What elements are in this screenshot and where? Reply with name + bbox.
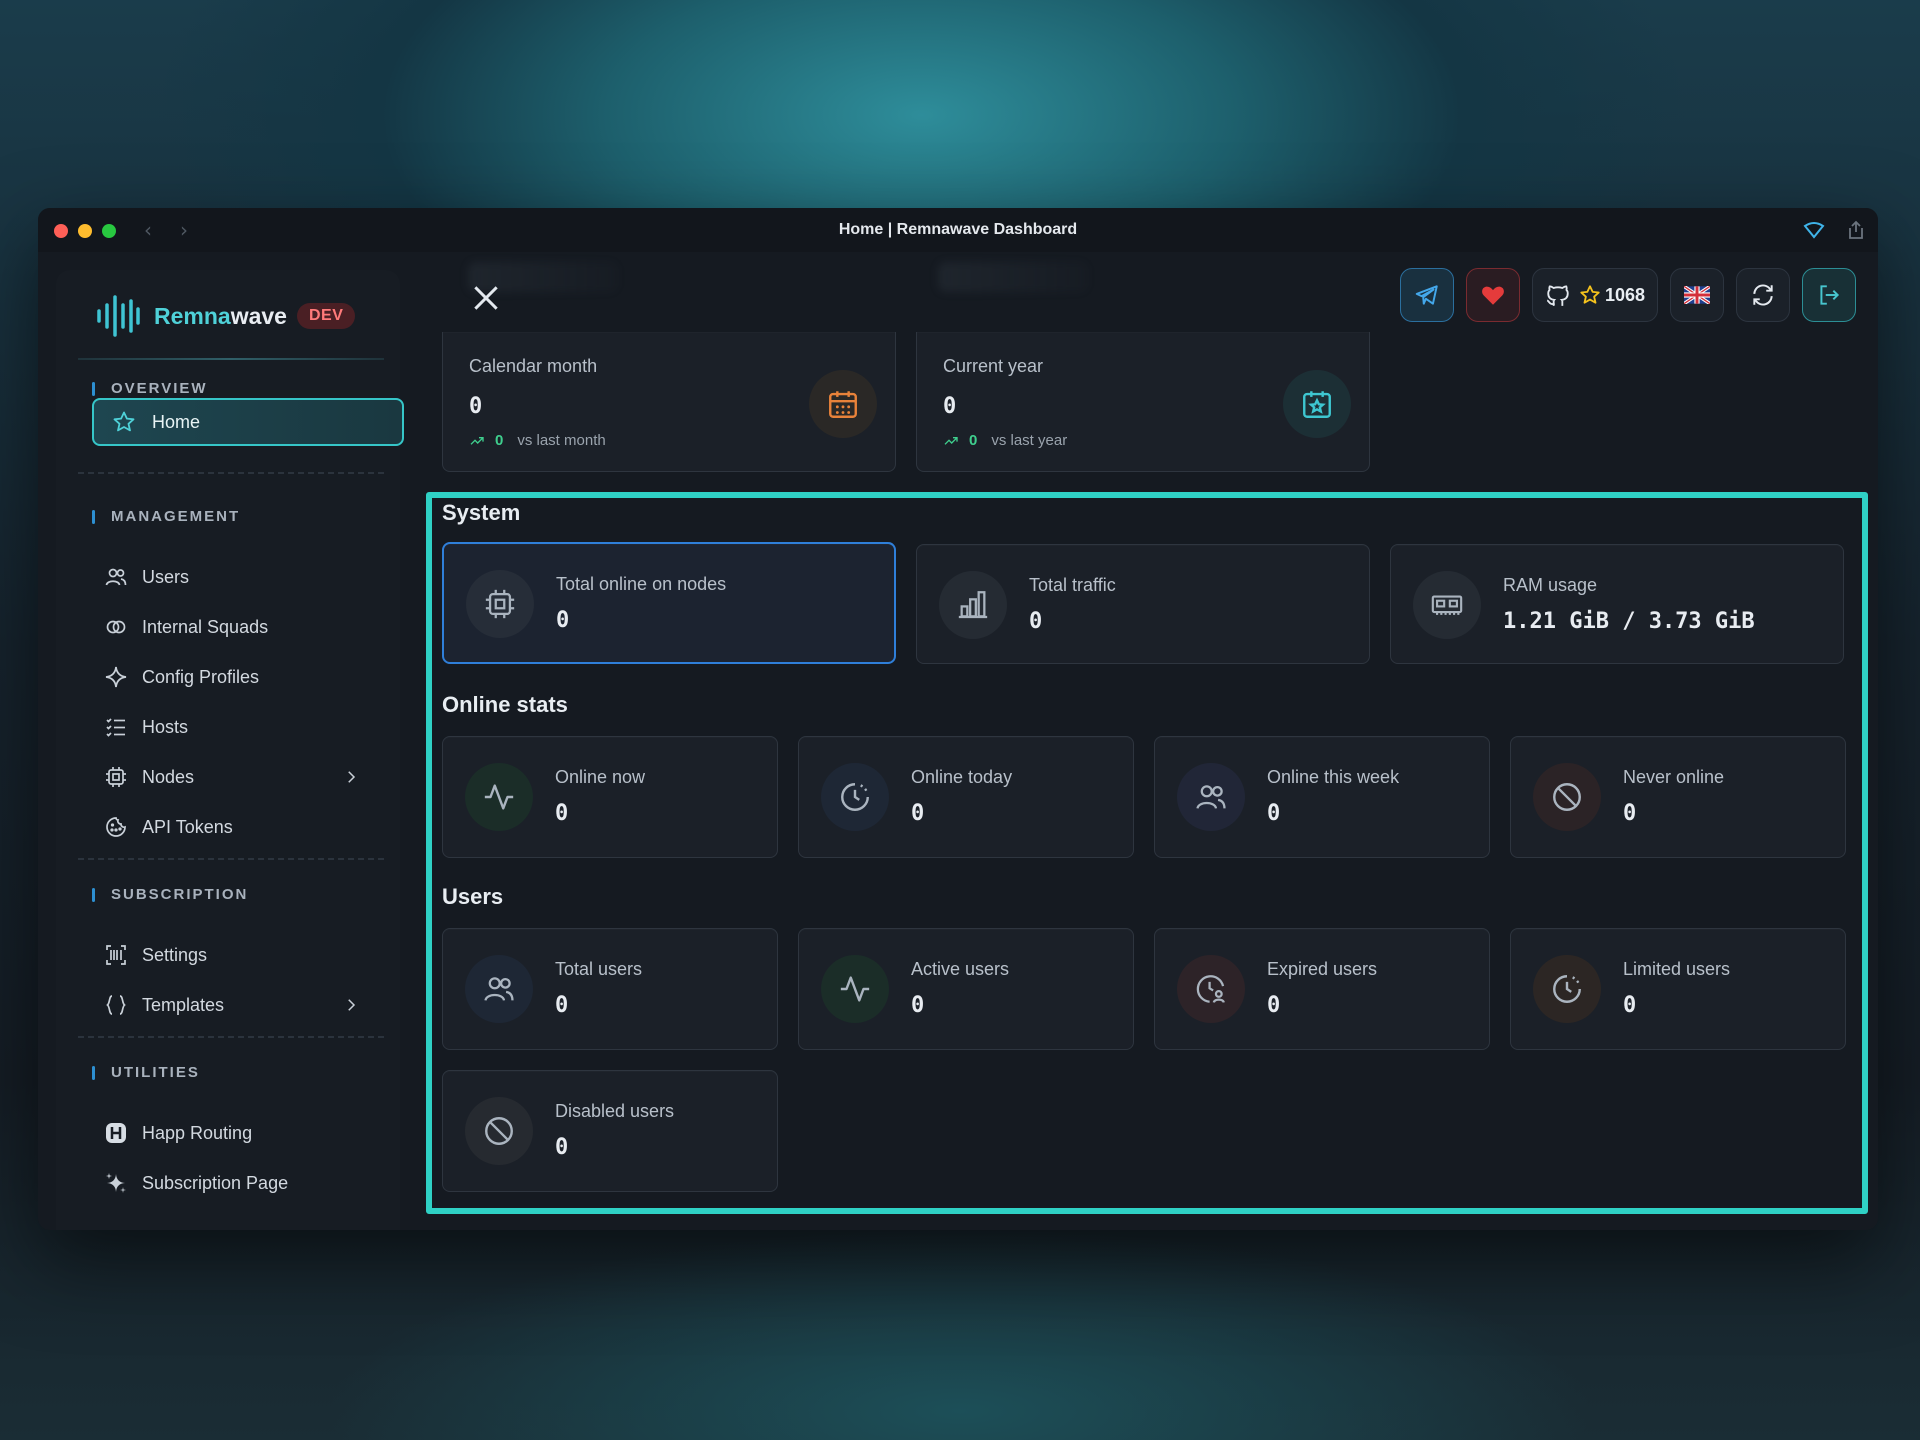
barcode-icon [106,945,126,965]
sidebar-item-subscription-page[interactable]: Subscription Page [104,1160,404,1206]
title-bar: ‹ › Home | Remnawave Dashboard [38,208,1878,252]
sidebar-item-home[interactable]: Home [92,398,404,446]
sidebar-item-internal-squads[interactable]: Internal Squads [104,604,404,650]
heart-icon [1482,286,1504,305]
telegram-button[interactable] [1400,268,1454,322]
section-management: MANAGEMENT [92,508,240,525]
happ-icon [106,1123,126,1143]
sponsor-button[interactable] [1466,268,1520,322]
logout-button[interactable] [1802,268,1856,322]
circles-icon [106,620,126,634]
sidebar: Remnawave DEV OVERVIEW Home MANAGEMENT U… [56,270,404,1230]
calendar-icon-container [809,370,877,438]
sparkles-icon [106,1173,126,1193]
section-utilities: UTILITIES [92,1064,200,1081]
sidebar-item-templates[interactable]: Templates [104,982,404,1028]
brand-logo[interactable]: Remnawave DEV [94,292,356,340]
share-icon[interactable] [1844,218,1868,242]
trending-up-icon [470,436,484,445]
divider [78,858,384,860]
refresh-button[interactable] [1736,268,1790,322]
current-year-card: Current year 0 0 vs last year [916,332,1370,472]
github-icon [1546,285,1569,306]
chevron-right-icon[interactable] [342,768,360,786]
dev-badge: DEV [296,303,356,329]
github-stars-button[interactable]: 1068 [1532,268,1658,322]
close-icon[interactable] [470,282,502,314]
sidebar-item-nodes[interactable]: Nodes [104,754,404,800]
sidebar-item-happ-routing[interactable]: Happ Routing [104,1110,404,1156]
users-icon [105,568,127,586]
star-icon [113,411,135,432]
calendar-star-icon [1303,391,1331,418]
sparkle-icon [105,666,127,688]
list-icon [106,718,125,737]
braces-icon [106,995,126,1015]
calendar-month-card: Calendar month 0 0 vs last month [442,332,896,472]
shield-wifi-icon[interactable] [1802,218,1826,242]
trend-indicator: 0 vs last month [469,432,606,449]
divider [78,1036,384,1038]
section-overview: OVERVIEW [92,380,208,397]
language-button[interactable] [1670,268,1724,322]
trending-up-icon [944,436,958,445]
cookie-icon [106,817,126,837]
calendar-star-icon-container [1283,370,1351,438]
divider [78,472,384,474]
remnawave-logo-icon [97,295,140,337]
sidebar-item-settings[interactable]: Settings [104,932,404,978]
scrolled-header-ghost [938,262,1088,292]
star-outline-icon [1580,285,1600,304]
section-subscription: SUBSCRIPTION [92,886,248,903]
highlight-frame [426,492,1868,1214]
sidebar-item-config-profiles[interactable]: Config Profiles [104,654,404,700]
uk-flag-icon [1684,286,1710,304]
logout-icon [1820,285,1840,305]
window-title: Home | Remnawave Dashboard [838,221,1078,238]
github-star-count: 1068 [1604,284,1646,305]
telegram-icon [1415,285,1438,305]
trend-indicator: 0 vs last year [943,432,1067,449]
brand-name: Remnawave [154,302,287,329]
calendar-icon [829,391,857,418]
refresh-icon [1753,284,1773,306]
sidebar-item-hosts[interactable]: Hosts [104,704,404,750]
chevron-right-icon[interactable] [342,996,360,1014]
brand-divider [78,358,384,360]
cpu-icon [106,767,126,787]
sidebar-item-users[interactable]: Users [104,554,404,600]
sidebar-item-api-tokens[interactable]: API Tokens [104,804,404,850]
